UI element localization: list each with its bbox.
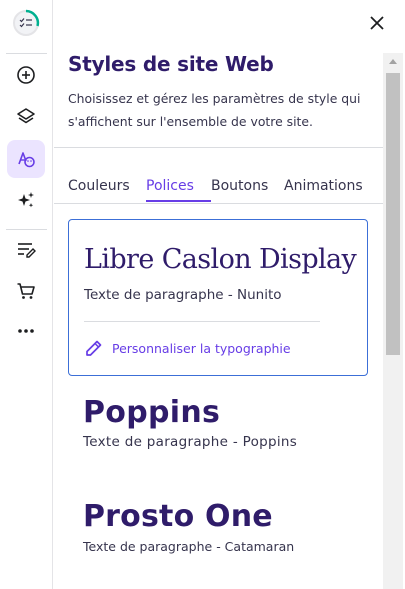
fonts-list: Libre Caslon Display Texte de paragraphe… bbox=[54, 204, 383, 589]
more-icon bbox=[18, 329, 34, 333]
ai-sparkle-icon bbox=[18, 192, 34, 208]
styles-button[interactable] bbox=[7, 140, 45, 178]
font-option[interactable]: Prosto One Texte de paragraphe - Catamar… bbox=[83, 499, 294, 554]
add-icon bbox=[17, 66, 35, 84]
tab-colors[interactable]: Couleurs bbox=[68, 178, 130, 194]
left-sidebar bbox=[0, 0, 53, 589]
blog-button[interactable] bbox=[7, 231, 45, 269]
tab-fonts[interactable]: Polices bbox=[146, 178, 194, 194]
cart-icon bbox=[17, 283, 35, 299]
font-heading-preview: Poppins bbox=[83, 395, 221, 430]
active-tab-indicator bbox=[146, 200, 211, 202]
ai-tools-button[interactable] bbox=[7, 181, 45, 219]
website-styles-panel: Styles de site Web Choisissez et gérez l… bbox=[54, 0, 405, 589]
style-tabs: Couleurs Polices Boutons Animations bbox=[68, 176, 383, 204]
panel-description: Choisissez et gérez les paramètres de st… bbox=[68, 91, 361, 129]
pencil-icon bbox=[86, 340, 102, 356]
more-button[interactable] bbox=[7, 312, 45, 350]
add-element-button[interactable] bbox=[7, 56, 45, 94]
font-paragraph-label: Texte de paragraphe - Nunito bbox=[84, 287, 282, 303]
customize-typography-label: Personnaliser la typographie bbox=[112, 340, 291, 356]
blog-edit-icon bbox=[18, 243, 36, 258]
rail-divider bbox=[6, 229, 47, 230]
panel-title: Styles de site Web bbox=[68, 52, 274, 76]
divider bbox=[54, 147, 383, 148]
font-option[interactable]: Poppins Texte de paragraphe - Poppins bbox=[83, 395, 297, 450]
font-heading-preview: Prosto One bbox=[83, 499, 273, 534]
close-icon bbox=[370, 16, 384, 30]
rail-divider bbox=[6, 53, 47, 54]
tab-animations[interactable]: Animations bbox=[284, 178, 363, 194]
layers-icon bbox=[17, 108, 35, 124]
styles-icon bbox=[18, 152, 35, 168]
layers-button[interactable] bbox=[7, 98, 45, 136]
font-heading-preview: Libre Caslon Display bbox=[84, 244, 357, 275]
card-divider bbox=[84, 321, 320, 322]
font-paragraph-label: Texte de paragraphe - Catamaran bbox=[83, 539, 295, 554]
scrollbar[interactable] bbox=[383, 53, 403, 589]
tab-buttons[interactable]: Boutons bbox=[211, 178, 268, 194]
store-button[interactable] bbox=[7, 272, 45, 310]
close-button[interactable] bbox=[366, 12, 388, 34]
font-paragraph-label: Texte de paragraphe - Poppins bbox=[83, 434, 298, 450]
selected-font-card[interactable]: Libre Caslon Display Texte de paragraphe… bbox=[68, 219, 368, 376]
customize-typography-link[interactable]: Personnaliser la typographie bbox=[84, 338, 291, 358]
scroll-up-arrow-icon[interactable] bbox=[389, 59, 397, 64]
scrollbar-thumb[interactable] bbox=[386, 73, 400, 355]
progress-checklist-icon[interactable] bbox=[12, 9, 40, 37]
